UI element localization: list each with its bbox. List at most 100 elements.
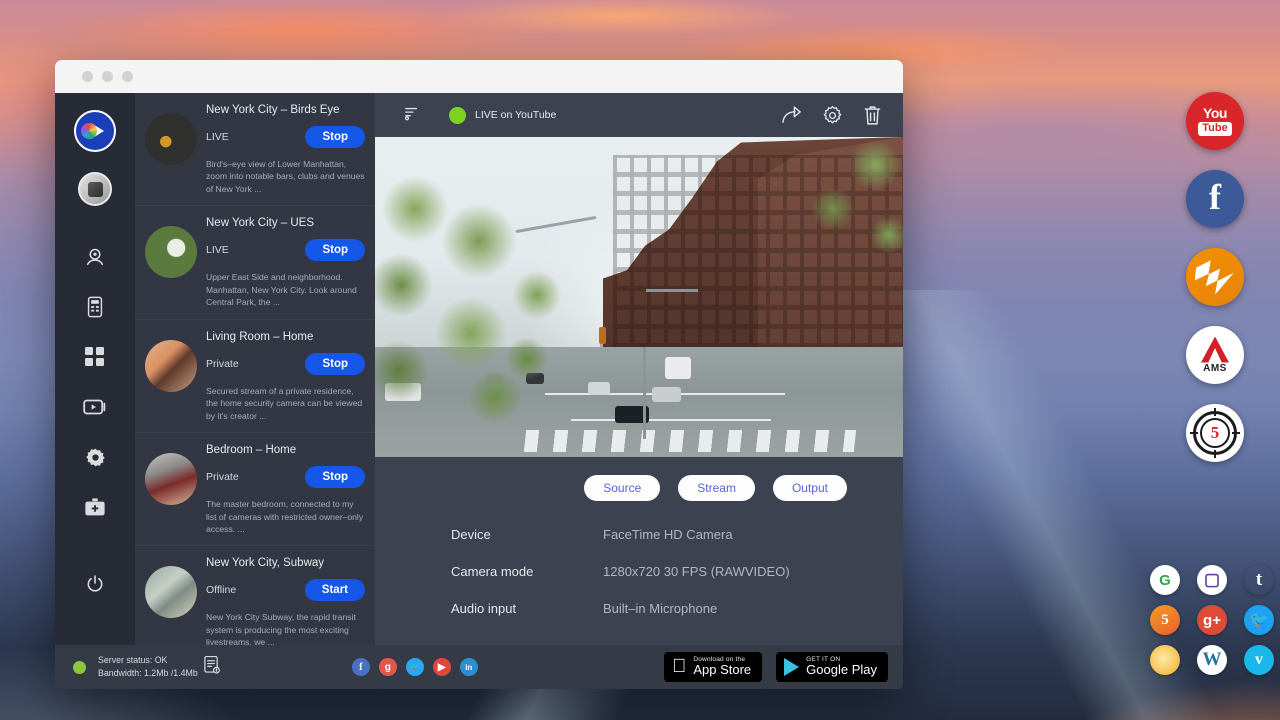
- minimize-button[interactable]: [102, 71, 113, 82]
- power-icon[interactable]: [78, 567, 112, 601]
- info-value-device[interactable]: FaceTime HD Camera: [603, 527, 733, 542]
- wowza-icon[interactable]: [1186, 248, 1244, 306]
- target-tick-bottom: [1214, 450, 1216, 458]
- tumblr-icon[interactable]: t: [1244, 565, 1274, 595]
- tab-source[interactable]: Source: [584, 475, 660, 501]
- video-player-icon[interactable]: [78, 390, 112, 424]
- gear-icon[interactable]: [78, 440, 112, 474]
- camera-item-body: Bedroom – Home Private Stop The master b…: [206, 442, 365, 535]
- desktop-small-icon-cluster: G ▢ t 5 g+ 🐦 W v: [1150, 565, 1279, 675]
- app-store-badge[interactable]:  Download on the App Store: [663, 651, 763, 682]
- logo-swirl-icon: [81, 123, 97, 139]
- vimeo-icon[interactable]: v: [1244, 645, 1274, 675]
- google-plus-icon[interactable]: g: [379, 658, 397, 676]
- wordpress-label: W: [1203, 649, 1222, 671]
- video-traffic-arm: [646, 289, 698, 292]
- camera-item-body: Living Room – Home Private Stop Secured …: [206, 329, 365, 422]
- g-icon-label: G: [1159, 572, 1171, 589]
- window-titlebar[interactable]: [55, 60, 903, 93]
- wordpress-icon[interactable]: W: [1197, 645, 1227, 675]
- camera-toggle-button[interactable]: Stop: [305, 466, 365, 488]
- trash-icon[interactable]: [855, 100, 889, 130]
- twitch-icon[interactable]: ▢: [1197, 565, 1227, 595]
- facebook-icon[interactable]: f: [1186, 170, 1244, 228]
- youtube-icon[interactable]: You Tube: [1186, 92, 1244, 150]
- tab-stream[interactable]: Stream: [678, 475, 755, 501]
- camera-list-item[interactable]: Living Room – Home Private Stop Secured …: [135, 320, 375, 433]
- camera-status-row: Offline Start: [206, 579, 365, 601]
- info-label-device: Device: [451, 527, 603, 542]
- camera-title: New York City – Birds Eye: [206, 104, 365, 116]
- info-label-audio-input: Audio input: [451, 601, 603, 616]
- google-plus-label: g+: [1203, 612, 1221, 629]
- app-logo-icon[interactable]: [74, 110, 116, 152]
- twitter-icon[interactable]: 🐦: [1244, 605, 1274, 635]
- log-icon[interactable]: [203, 655, 220, 679]
- close-button[interactable]: [82, 71, 93, 82]
- facebook-letter: f: [1209, 179, 1221, 215]
- adobe-ams-icon[interactable]: AMS: [1186, 326, 1244, 384]
- facebook-icon[interactable]: f: [352, 658, 370, 676]
- tab-output[interactable]: Output: [773, 475, 847, 501]
- camera-list-item[interactable]: New York City, Subway Offline Start New …: [135, 546, 375, 645]
- camera-title: New York City – UES: [206, 217, 365, 229]
- sort-icon[interactable]: [404, 105, 420, 126]
- linkedin-icon[interactable]: in: [460, 658, 478, 676]
- camera-item-body: New York City – UES LIVE Stop Upper East…: [206, 215, 365, 308]
- camera-thumbnail: [145, 340, 197, 392]
- five-number: 5: [1200, 418, 1230, 448]
- google-play-icon: [784, 658, 799, 676]
- desktop-icon-column: You Tube f AMS 5: [1186, 92, 1244, 462]
- twitter-icon[interactable]: 🐦: [406, 658, 424, 676]
- server-status-dot: [73, 661, 86, 674]
- camera-toggle-button[interactable]: Stop: [305, 239, 365, 261]
- g-icon[interactable]: G: [1150, 565, 1180, 595]
- firstaid-icon[interactable]: [78, 490, 112, 524]
- share-icon[interactable]: [775, 100, 809, 130]
- video-lane-line: [571, 419, 772, 421]
- server-status-text: Server status: OK Bandwidth: 1.2Mb /1.4M…: [98, 654, 198, 680]
- camera-item-body: New York City – Birds Eye LIVE Stop Bird…: [206, 102, 365, 195]
- target-tick-left: [1190, 432, 1198, 434]
- target-ring-icon: 5: [1193, 411, 1237, 455]
- maximize-button[interactable]: [122, 71, 133, 82]
- live-status-label: LIVE on YouTube: [475, 109, 556, 121]
- user-avatar[interactable]: [78, 172, 112, 206]
- sun-icon[interactable]: [1150, 645, 1180, 675]
- camera-list[interactable]: New York City – Birds Eye LIVE Stop Bird…: [135, 93, 375, 645]
- sort-icon-wrapper: [375, 105, 449, 126]
- camera-list-item[interactable]: New York City – UES LIVE Stop Upper East…: [135, 206, 375, 319]
- five-target-icon[interactable]: 5: [1186, 404, 1244, 462]
- camera-title: Living Room – Home: [206, 331, 365, 343]
- app-store-big: App Store: [693, 663, 751, 677]
- camera-list-item[interactable]: Bedroom – Home Private Stop The master b…: [135, 433, 375, 546]
- info-label-camera-mode: Camera mode: [451, 564, 603, 579]
- grid-icon[interactable]: [78, 340, 112, 374]
- sidebar-rail: [55, 93, 135, 645]
- youtube-icon[interactable]: ▶: [433, 658, 451, 676]
- server-status-line: Server status: OK: [98, 654, 198, 667]
- tumblr-icon-label: t: [1256, 569, 1262, 591]
- bandwidth-line: Bandwidth: 1.2Mb /1.4Mb: [98, 667, 198, 680]
- camera-toggle-button[interactable]: Stop: [305, 353, 365, 375]
- google-play-badge[interactable]: GET IT ON Google Play: [775, 651, 889, 682]
- device-icon[interactable]: [78, 290, 112, 324]
- camera-list-item[interactable]: New York City – Birds Eye LIVE Stop Bird…: [135, 93, 375, 206]
- info-value-camera-mode[interactable]: 1280x720 30 FPS (RAWVIDEO): [603, 564, 790, 579]
- webcam-icon[interactable]: [78, 240, 112, 274]
- info-value-audio-input[interactable]: Built–in Microphone: [603, 601, 717, 616]
- camera-status: Private: [206, 471, 239, 483]
- lightning-bolt-icon: [1194, 256, 1236, 298]
- google-plus-icon[interactable]: g+: [1197, 605, 1227, 635]
- five-small-icon[interactable]: 5: [1150, 605, 1180, 635]
- twitter-bird-glyph: 🐦: [1249, 610, 1269, 630]
- video-preview[interactable]: [375, 137, 903, 457]
- camera-toggle-button[interactable]: Stop: [305, 126, 365, 148]
- twitch-icon-label: ▢: [1204, 570, 1220, 590]
- store-badges:  Download on the App Store GET IT ON Go…: [663, 651, 889, 682]
- gear-icon[interactable]: [815, 100, 849, 130]
- camera-toggle-button[interactable]: Start: [305, 579, 365, 601]
- adobe-ams-label: AMS: [1203, 363, 1227, 374]
- vimeo-label: v: [1255, 651, 1263, 669]
- settings-tabs: Source Stream Output: [375, 457, 903, 501]
